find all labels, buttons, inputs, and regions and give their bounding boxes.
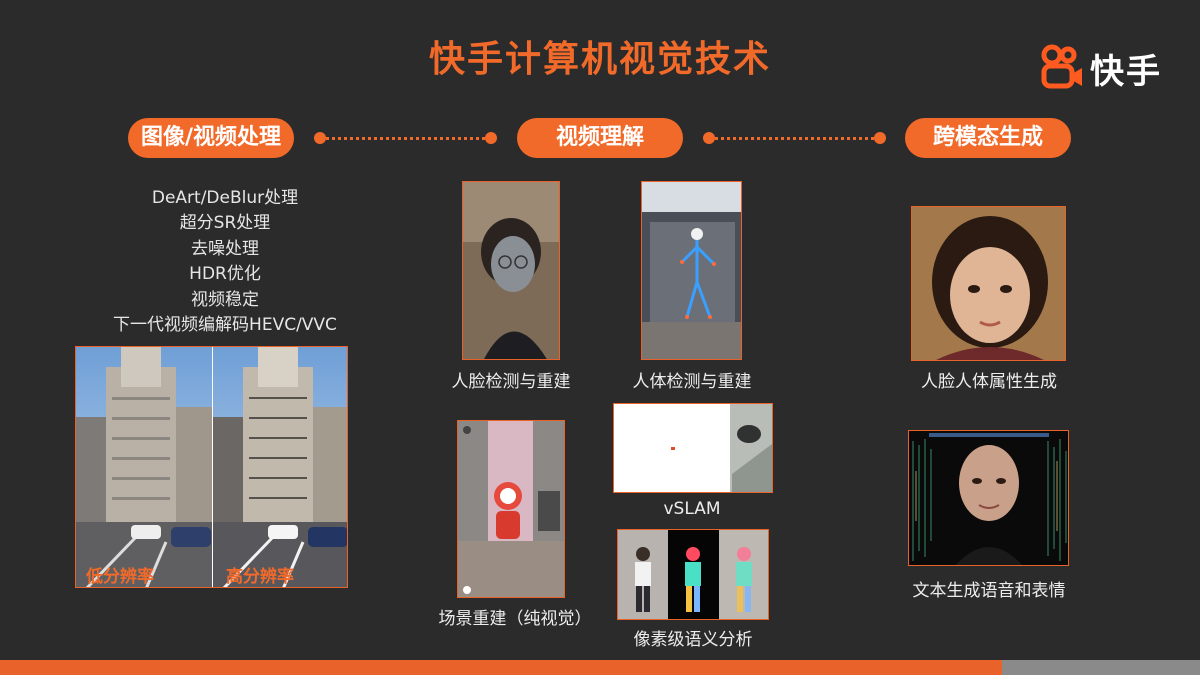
kuaishou-logo-icon [1041, 44, 1082, 89]
vslam-caption: vSLAM [663, 499, 721, 519]
high-resolution-label: 高分辨率 [226, 567, 294, 587]
footer-bar-gray [1002, 660, 1200, 675]
attribute-generation-image [911, 206, 1066, 361]
scene-reconstruction-image [457, 420, 565, 598]
category-video-understanding: 视频理解 [517, 118, 683, 158]
list-item: 下一代视频编解码HEVC/VVC [113, 315, 337, 336]
list-item: HDR优化 [189, 264, 261, 285]
list-item: 超分SR处理 [179, 213, 271, 234]
list-item: DeArt/DeBlur处理 [151, 188, 299, 208]
processing-list: DeArt/DeBlur处理 超分SR处理 去噪处理 HDR优化 视频稳定 下一… [80, 186, 370, 338]
body-detection-caption: 人体检测与重建 [632, 372, 752, 392]
logo-text: 快手 [1090, 52, 1162, 92]
body-detection-image [641, 181, 742, 360]
speech-expression-image [908, 430, 1069, 566]
semantic-parsing-image [617, 529, 769, 620]
connector-left [314, 132, 497, 144]
face-detection-caption: 人脸检测与重建 [451, 372, 571, 392]
connector-right [703, 132, 886, 144]
list-item: 视频稳定 [191, 289, 259, 310]
low-resolution-label: 低分辨率 [86, 567, 154, 587]
speech-expression-caption: 文本生成语音和表情 [912, 581, 1066, 601]
list-item: 去噪处理 [191, 238, 259, 259]
resolution-comparison-image [75, 346, 348, 588]
attribute-generation-caption: 人脸人体属性生成 [921, 372, 1057, 392]
category-cross-modal-generation: 跨模态生成 [905, 118, 1071, 158]
page-title: 快手计算机视觉技术 [428, 39, 771, 80]
semantic-parsing-caption: 像素级语义分析 [633, 630, 753, 650]
footer-bar-orange [0, 660, 1002, 675]
scene-reconstruction-caption: 场景重建（纯视觉） [438, 609, 592, 629]
category-image-video-processing: 图像/视频处理 [128, 118, 294, 158]
vslam-image [613, 403, 773, 493]
face-detection-image [462, 181, 560, 360]
